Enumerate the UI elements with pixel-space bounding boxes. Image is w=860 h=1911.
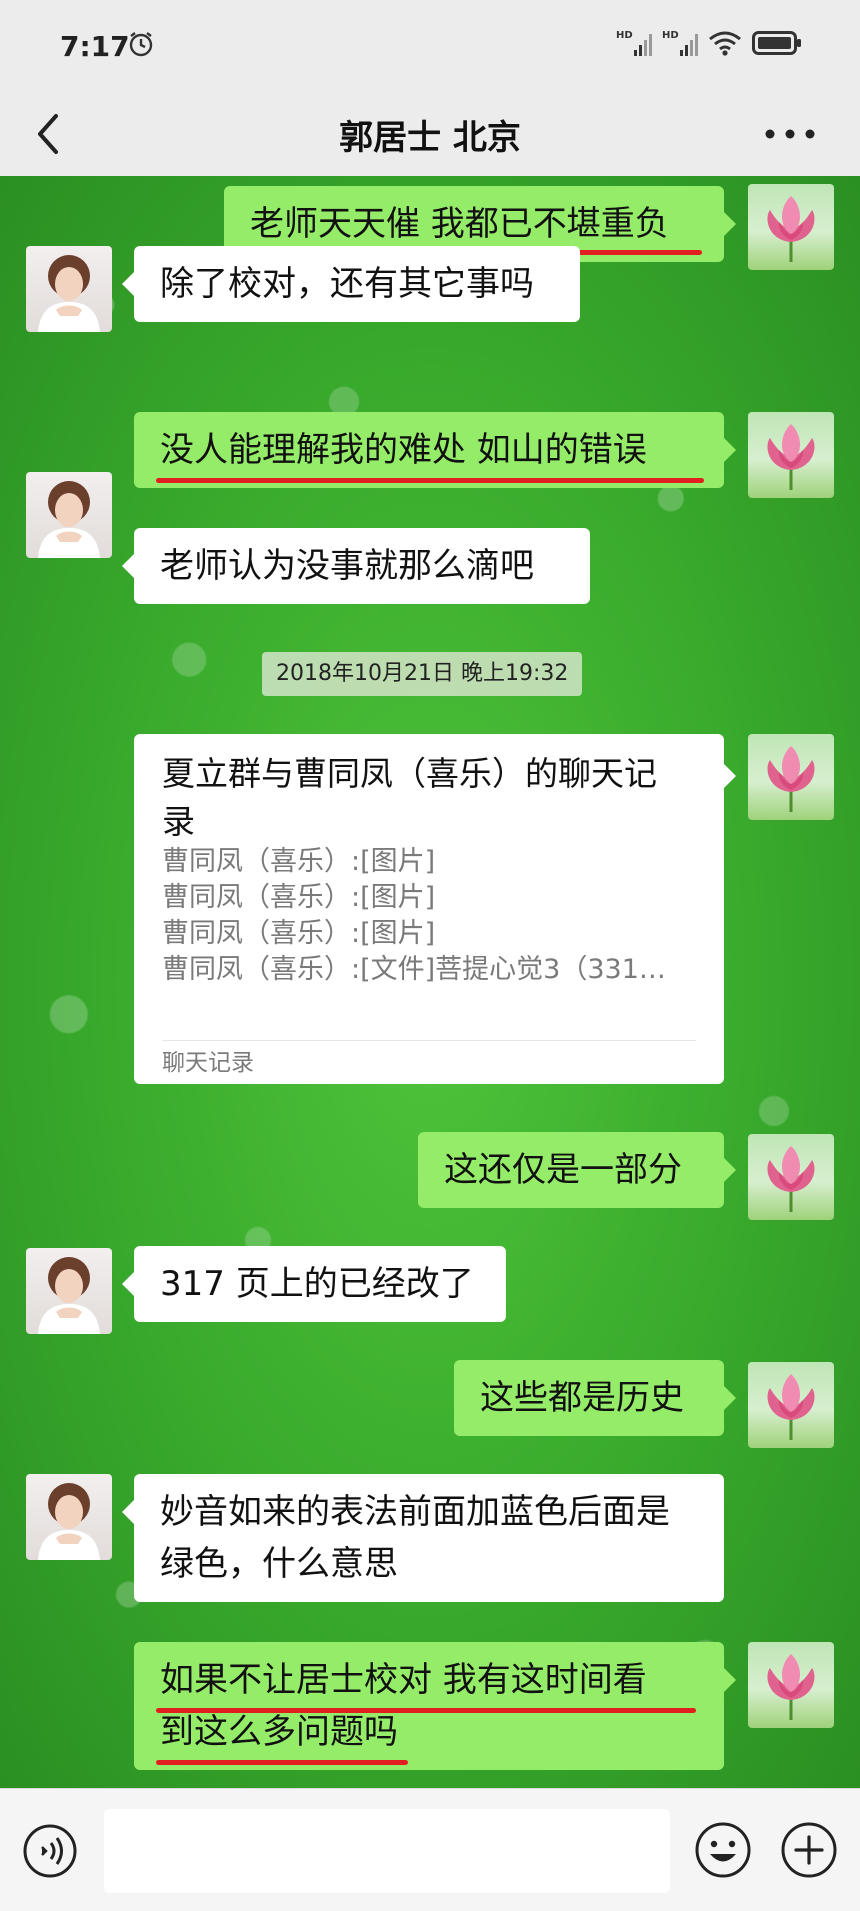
lotus-avatar[interactable] xyxy=(748,1642,834,1728)
lotus-icon xyxy=(767,196,815,262)
contact-avatar[interactable] xyxy=(26,1248,112,1334)
woman-portrait-icon xyxy=(38,481,100,558)
chat-title: 郭居士 北京 xyxy=(339,118,521,158)
alarm-icon xyxy=(129,32,153,57)
card-preview-line: 曹同凤（喜乐）:[文件]菩提心觉3（331… xyxy=(162,954,666,985)
message-bubble[interactable]: 这些都是历史 xyxy=(454,1360,736,1436)
woman-portrait-icon xyxy=(38,255,100,332)
hd-signal-icon: HD xyxy=(616,30,652,56)
status-bar: 7:17 HD HD xyxy=(0,0,860,92)
card-title: 夏立群与曹同凤（喜乐）的聊天记 录 xyxy=(162,750,702,846)
message-text: 老师天天催 我都已不堪重负 xyxy=(250,204,669,244)
message-bubble[interactable]: 妙音如来的表法前面加蓝色后面是 绿色，什么意思 xyxy=(122,1474,724,1602)
red-underline xyxy=(156,1760,408,1765)
card-preview-line: 曹同凤（喜乐）:[图片] xyxy=(162,882,436,913)
red-underline xyxy=(156,478,704,483)
message-text: 317 页上的已经改了 xyxy=(160,1264,474,1304)
lotus-avatar[interactable] xyxy=(748,1134,834,1220)
emoji-icon[interactable] xyxy=(694,1821,752,1879)
plus-circle-icon[interactable] xyxy=(780,1821,838,1879)
lotus-avatar[interactable] xyxy=(748,734,834,820)
woman-portrait-icon xyxy=(38,1483,100,1560)
lotus-icon xyxy=(767,1374,815,1440)
lotus-avatar[interactable] xyxy=(748,412,834,498)
card-preview-line: 曹同凤（喜乐）:[图片] xyxy=(162,918,436,949)
input-bar xyxy=(0,1788,860,1911)
chat-record-card[interactable]: 夏立群与曹同凤（喜乐）的聊天记 录 曹同凤（喜乐）:[图片] 曹同凤（喜乐）:[… xyxy=(134,734,736,1084)
message-text: 除了校对，还有其它事吗 xyxy=(160,264,534,304)
lotus-icon xyxy=(767,1654,815,1720)
message-text: 这还仅是一部分 xyxy=(444,1150,682,1190)
wifi-icon xyxy=(709,31,741,56)
message-text-line: 绿色，什么意思 xyxy=(160,1544,398,1584)
message-bubble[interactable]: 除了校对，还有其它事吗 xyxy=(122,246,580,322)
message-text-line: 到这么多问题吗 xyxy=(160,1712,398,1752)
svg-text:HD: HD xyxy=(616,30,633,41)
woman-portrait-icon xyxy=(38,1257,100,1334)
contact-avatar[interactable] xyxy=(26,472,112,558)
battery-icon xyxy=(752,31,801,55)
message-text: 老师认为没事就那么滴吧 xyxy=(160,546,534,586)
svg-text:HD: HD xyxy=(662,30,679,41)
contact-avatar[interactable] xyxy=(26,246,112,332)
lotus-icon xyxy=(767,746,815,812)
lotus-avatar[interactable] xyxy=(748,184,834,270)
message-bubble[interactable]: 如果不让居士校对 我有这时间看 到这么多问题吗 xyxy=(134,1642,736,1770)
chat-header: 郭居士 北京 xyxy=(0,92,860,176)
message-text-line: 妙音如来的表法前面加蓝色后面是 xyxy=(160,1492,670,1532)
message-text: 这些都是历史 xyxy=(480,1378,684,1418)
chat-area[interactable]: 老师天天催 我都已不堪重负 除了校对，还有其它事吗 没人能理解我的难处 如山的错… xyxy=(0,176,860,1788)
timestamp: 2018年10月21日 晚上19:32 xyxy=(262,652,583,696)
message-text: 没人能理解我的难处 如山的错误 xyxy=(160,430,647,470)
card-title-line: 录 xyxy=(162,802,195,841)
more-options-button[interactable] xyxy=(760,112,820,156)
message-bubble[interactable]: 317 页上的已经改了 xyxy=(122,1246,506,1322)
status-time: 7:17 xyxy=(60,30,130,63)
card-title-line: 夏立群与曹同凤（喜乐）的聊天记 xyxy=(162,754,657,793)
red-underline xyxy=(156,1708,696,1713)
message-input[interactable] xyxy=(104,1809,670,1893)
card-preview-line: 曹同凤（喜乐）:[图片] xyxy=(162,846,436,877)
voice-icon[interactable] xyxy=(22,1823,78,1879)
contact-avatar[interactable] xyxy=(26,1474,112,1560)
message-bubble[interactable]: 老师认为没事就那么滴吧 xyxy=(122,528,590,604)
card-divider xyxy=(162,1040,696,1041)
hd-signal-icon: HD xyxy=(662,30,698,56)
lotus-avatar[interactable] xyxy=(748,1362,834,1448)
lotus-icon xyxy=(767,1146,815,1212)
card-footer: 聊天记录 xyxy=(162,1050,254,1076)
message-bubble[interactable]: 这还仅是一部分 xyxy=(418,1132,736,1208)
message-bubble[interactable]: 没人能理解我的难处 如山的错误 xyxy=(134,412,736,488)
lotus-icon xyxy=(767,424,815,490)
status-icons: HD HD xyxy=(616,28,802,58)
message-text-line: 如果不让居士校对 我有这时间看 xyxy=(160,1660,647,1700)
